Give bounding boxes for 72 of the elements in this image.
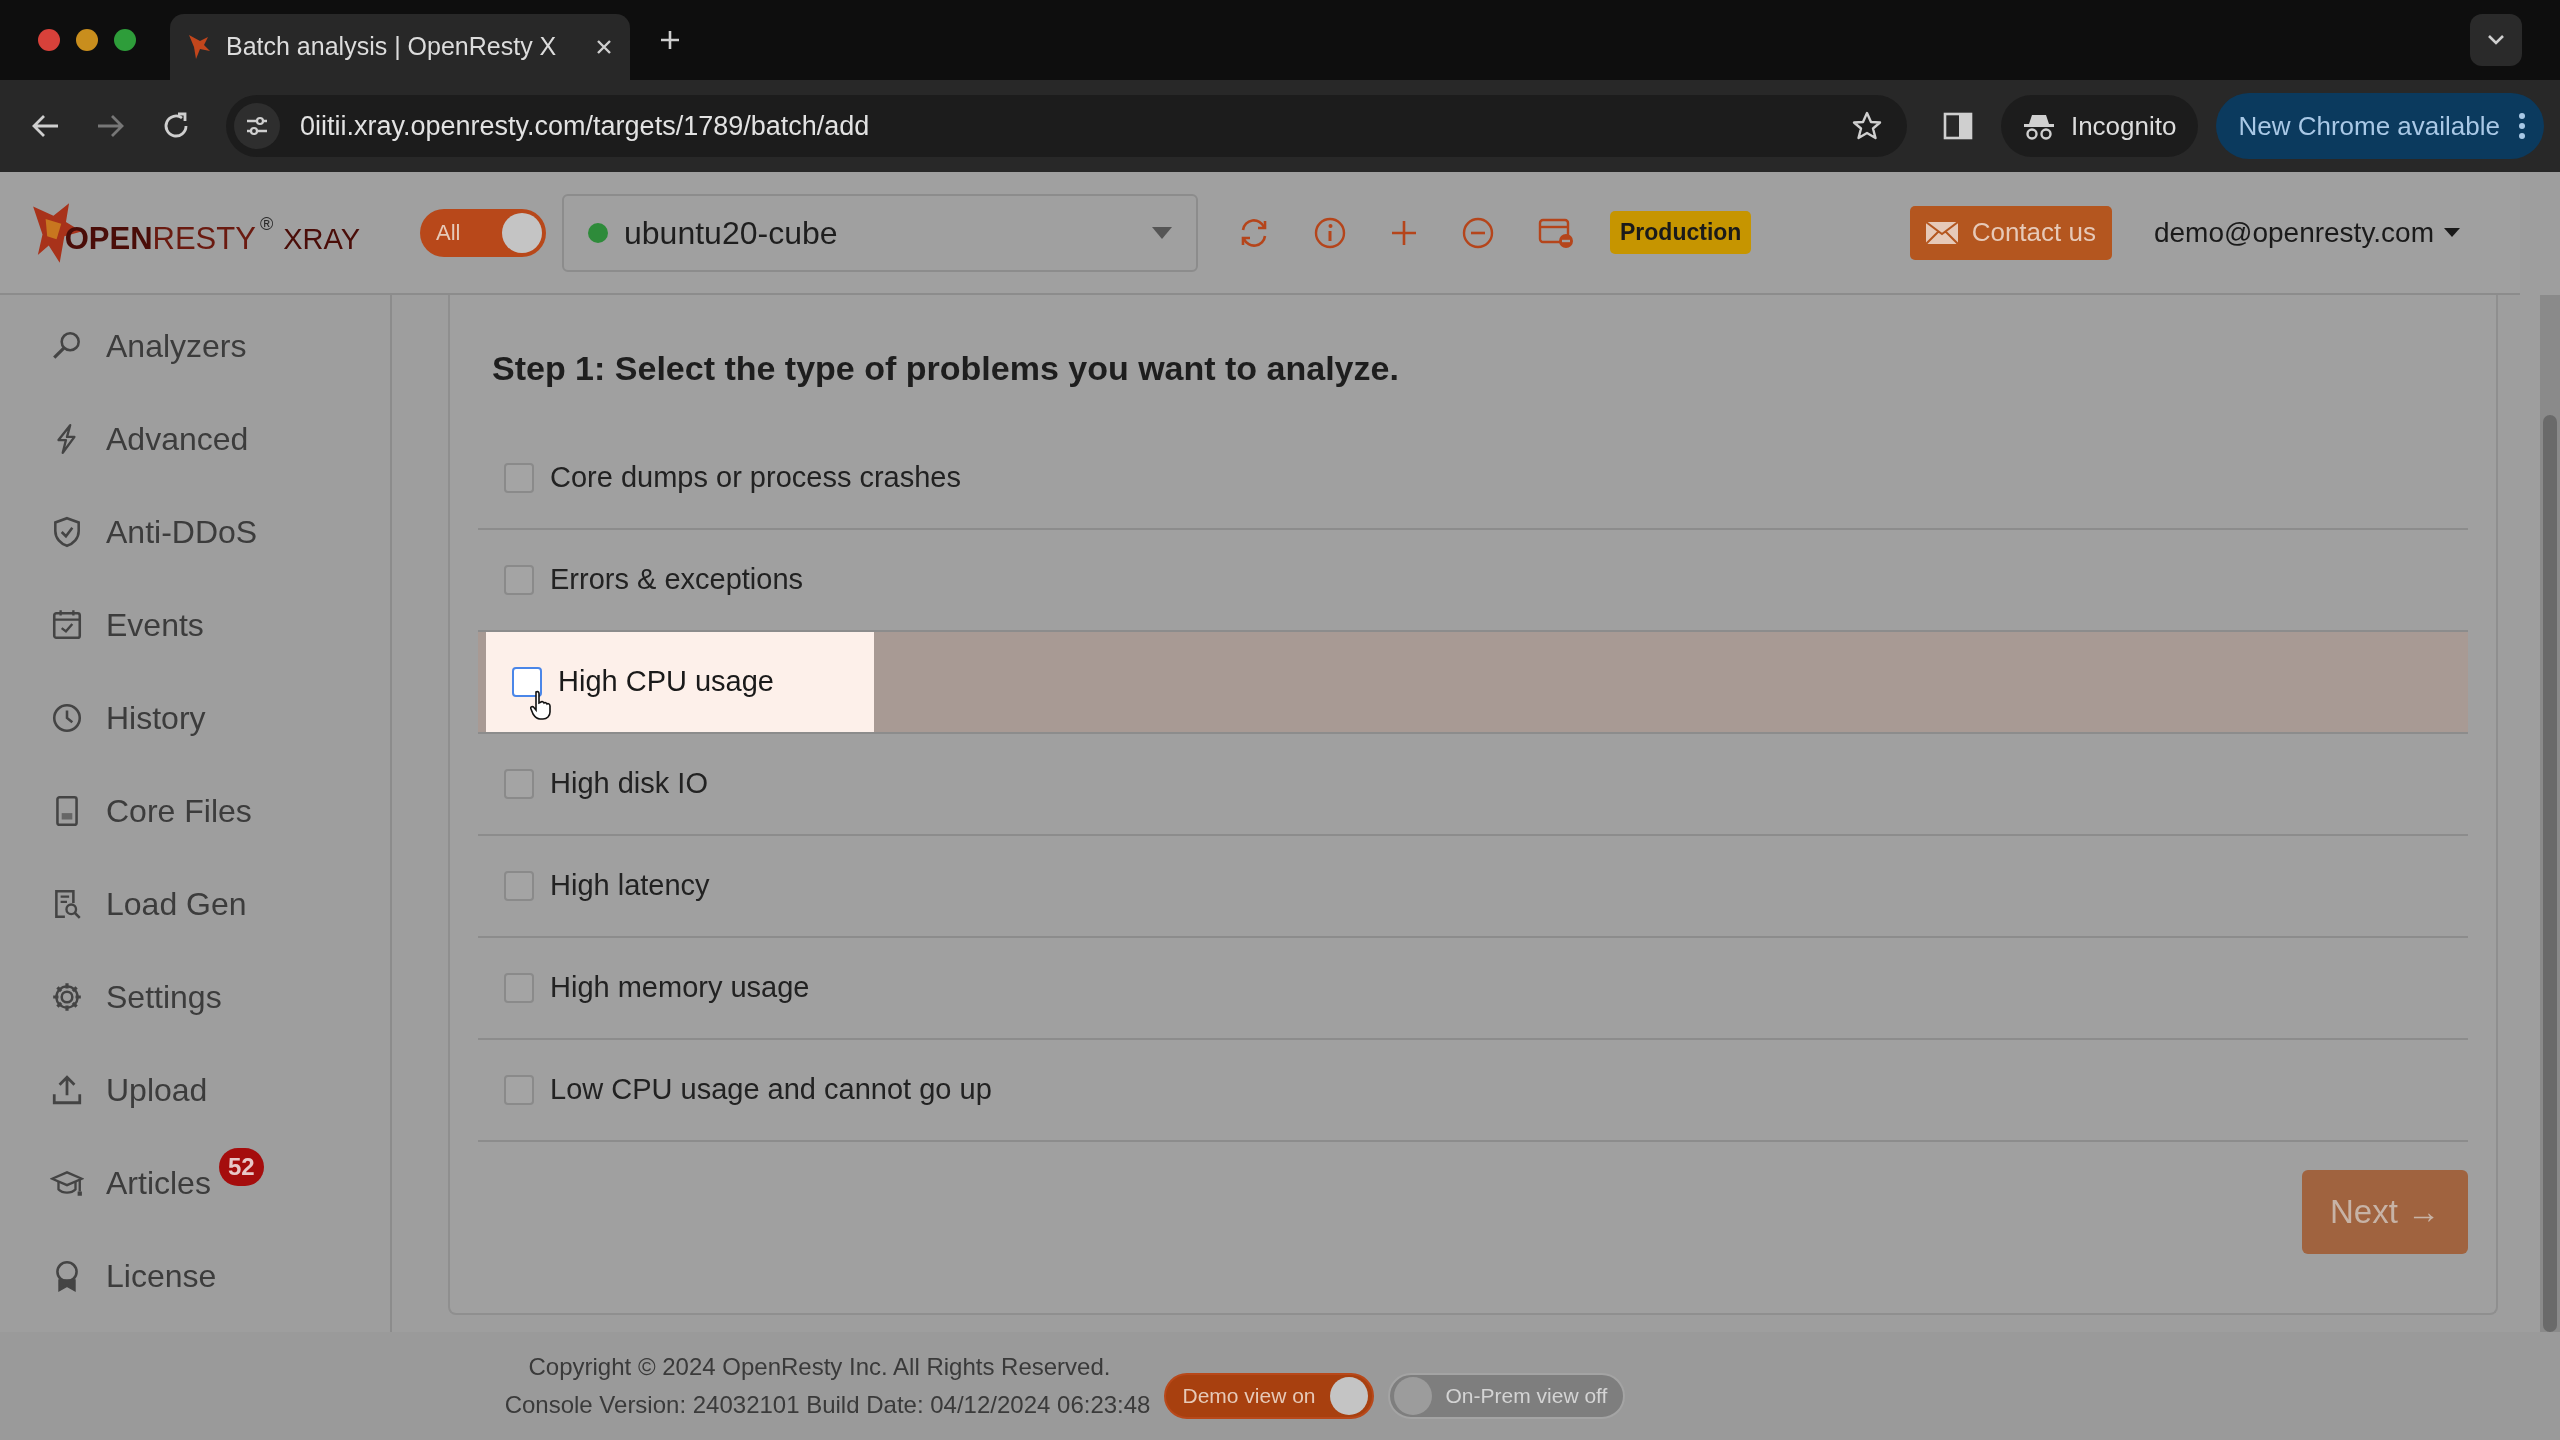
browser-tab[interactable]: Batch analysis | OpenResty X [170,14,630,80]
url-text: 0iitii.xray.openresty.com/targets/1789/batch/add [300,109,871,143]
side-panel-icon[interactable] [1942,112,1973,140]
tab-title: Batch analysis | OpenResty X [226,31,558,63]
all-toggle[interactable]: All [420,208,546,257]
address-bar[interactable]: 0iitii.xray.openresty.com/targets/1789/batch/add [226,95,1907,157]
chevron-down-icon [2486,34,2506,46]
sidebar-item[interactable]: Analyzers [106,321,247,370]
reload-icon[interactable] [162,112,190,140]
incognito-icon [2022,112,2055,140]
remove-icon[interactable] [1462,216,1494,249]
view-toggle[interactable]: On-Prem view off [1387,1373,1626,1419]
target-name: ubuntu20-cube [624,213,839,253]
checkbox[interactable] [504,565,534,595]
incognito-chip[interactable]: Incognito [2000,95,2199,157]
new-tab-icon[interactable] [658,28,682,52]
option-label[interactable]: Core dumps or process crashes [550,456,961,500]
checkbox[interactable] [504,1075,534,1105]
caret-icon [2444,227,2460,238]
window-remove-icon[interactable] [1538,216,1574,249]
checkbox[interactable] [504,769,534,799]
new-chrome-available-button[interactable]: New Chrome available [2216,93,2544,159]
logo-product: XRAY [283,222,360,257]
registered-mark: ® [259,212,274,236]
option-label[interactable]: Low CPU usage and cannot go up [550,1068,992,1112]
sidebar-item[interactable]: Articles [106,1158,211,1207]
back-icon[interactable] [30,113,60,139]
checkbox[interactable] [504,871,534,901]
view-toggle[interactable]: Demo view on [1164,1373,1374,1419]
hand-cursor-icon [530,690,552,720]
dropdown-caret-icon [1152,226,1172,239]
more-vertical-icon [2518,112,2526,140]
envelope-icon [1925,221,1958,244]
version-text: Console Version: 24032101 Build Date: 04/12/2024 06:23:48 [504,1390,1151,1420]
checkbox[interactable] [504,973,534,1003]
info-icon[interactable] [1314,216,1346,249]
logo-brand: OPENRESTY [64,220,256,258]
tab-search-button[interactable] [2470,14,2522,66]
calendar-icon [50,607,84,642]
checkbox[interactable] [512,667,542,697]
incognito-label: Incognito [2070,109,2177,143]
target-select[interactable]: ubuntu20-cube [562,193,1198,272]
option-label[interactable]: High latency [550,864,710,908]
site-settings-icon[interactable] [234,103,280,149]
option-label[interactable]: High memory usage [550,966,810,1010]
contact-us-button[interactable]: Contact us [1909,205,2112,260]
sidebar-item[interactable]: Advanced [106,414,249,463]
sidebar-item[interactable]: License [106,1251,217,1300]
option-label[interactable]: Errors & exceptions [550,558,804,602]
count-badge: 52 [218,1148,264,1186]
sidebar-item[interactable]: Anti-DDoS [106,507,258,556]
sidebar-item[interactable]: Upload [106,1065,208,1114]
forward-icon[interactable] [96,113,126,139]
step-title: Step 1: Select the type of problems you want to analyze. [491,348,1400,389]
production-badge: Production [1610,211,1752,254]
bird-logo-icon [186,33,212,61]
bookmark-star-icon[interactable] [1850,110,1883,142]
add-icon[interactable] [1390,218,1418,247]
next-button[interactable]: Next → [2301,1170,2468,1254]
checkbox[interactable] [504,463,534,493]
sidebar-item[interactable]: Settings [106,972,222,1021]
maximize-window-icon[interactable] [114,29,136,51]
user-menu[interactable]: demo@openresty.com [2153,211,2460,254]
sidebar-item[interactable]: History [106,693,206,742]
sidebar-item[interactable]: Events [106,600,204,649]
copyright-text: Copyright © 2024 OpenResty Inc. All Rights Reserved. [528,1352,1111,1382]
close-window-icon[interactable] [38,29,60,51]
option-label[interactable]: High disk IO [550,762,708,806]
option-label[interactable]: High CPU usage [558,660,774,704]
sidebar-item[interactable]: Load Gen [106,879,247,928]
minimize-window-icon[interactable] [76,29,98,51]
sidebar-item[interactable]: Core Files [106,786,252,835]
